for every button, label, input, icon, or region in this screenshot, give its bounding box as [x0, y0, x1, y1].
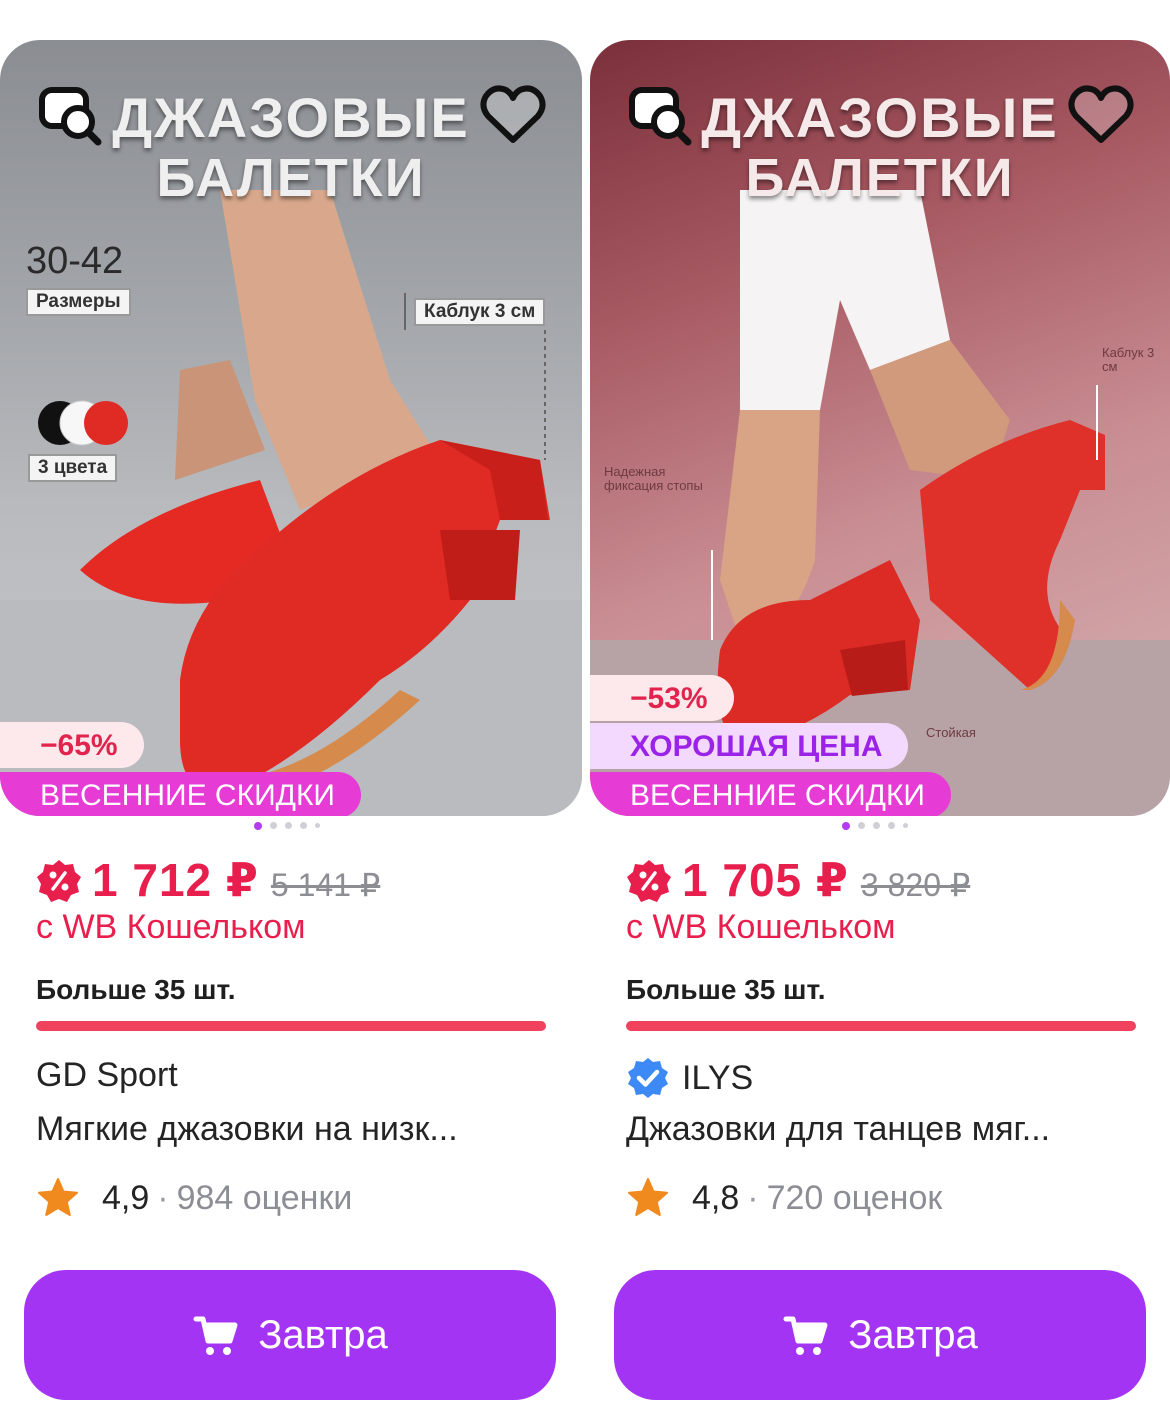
image-pagination-dots: [254, 822, 320, 830]
sizes-range: 30-42: [26, 240, 124, 282]
heel-note: Каблук 3 см: [1102, 345, 1155, 374]
sole-note: Стойкая: [926, 725, 976, 740]
brand-name[interactable]: ILYS: [626, 1056, 753, 1100]
fixation-note: Надежная фиксация стопы: [604, 464, 703, 493]
product-photo[interactable]: ДЖАЗОВЫЕ БАЛЕТКИ Каблук 3 см Надежная фи…: [590, 40, 1170, 816]
good-price-badge: ХОРОШАЯ ЦЕНА: [590, 723, 909, 769]
reviews-count[interactable]: 984 оценки: [177, 1179, 353, 1218]
reviews-count[interactable]: 720 оценок: [767, 1179, 943, 1218]
delivery-label: Завтра: [848, 1312, 978, 1357]
product-title[interactable]: Джазовки для танцев мяг...: [626, 1110, 1050, 1149]
cart-icon: [783, 1316, 828, 1355]
price-row: 1 705 ₽ 3 820 ₽: [626, 850, 970, 907]
price-row: 1 712 ₽ 5 141 ₽: [36, 850, 380, 907]
heart-icon[interactable]: [478, 80, 548, 150]
rating-value: 4,9: [102, 1178, 150, 1217]
heel-label: Каблук 3 см: [414, 298, 546, 326]
old-price: 3 820 ₽: [860, 867, 971, 903]
old-price: 5 141 ₽: [270, 867, 381, 903]
brand-label: GD Sport: [36, 1056, 178, 1094]
wallet-price-note: с WB Кошельком: [626, 908, 896, 946]
product-photo[interactable]: ДЖАЗОВЫЕ БАЛЕТКИ 30-42 Размеры Каблук 3 …: [0, 40, 582, 816]
rating-separator: ·: [157, 1178, 169, 1217]
spring-sale-badge: ВЕСЕННИЕ СКИДКИ: [590, 772, 951, 816]
delivery-label: Завтра: [258, 1312, 388, 1357]
verified-icon: [628, 1058, 668, 1098]
stock-bar: [626, 1021, 1136, 1031]
current-price: 1 705 ₽: [682, 854, 849, 906]
image-pagination-dots: [842, 822, 908, 830]
add-to-cart-button[interactable]: Завтра: [24, 1270, 556, 1400]
current-price: 1 712 ₽: [92, 854, 259, 906]
cart-icon: [193, 1316, 238, 1355]
discount-badge: −53%: [590, 675, 734, 721]
product-card[interactable]: ДЖАЗОВЫЕ БАЛЕТКИ 30-42 Размеры Каблук 3 …: [0, 40, 582, 1418]
discount-badge: −65%: [0, 722, 144, 768]
rating-separator: ·: [747, 1178, 759, 1217]
wb-wallet-icon: [627, 860, 671, 902]
wb-wallet-icon: [37, 860, 81, 902]
star-icon: [38, 1178, 78, 1216]
stock-count: Больше 35 шт.: [36, 974, 236, 1005]
spring-sale-badge: ВЕСЕННИЕ СКИДКИ: [0, 772, 361, 816]
brand-label: ILYS: [682, 1058, 754, 1097]
product-card[interactable]: ДЖАЗОВЫЕ БАЛЕТКИ Каблук 3 см Надежная фи…: [590, 40, 1170, 1418]
brand-name[interactable]: GD Sport: [36, 1056, 178, 1095]
sizes-label: Размеры: [26, 288, 131, 316]
photo-title-line-2: БАЛЕТКИ: [745, 148, 1015, 208]
rating-row: 4,8 · 720 оценок: [626, 1176, 942, 1220]
star-icon: [628, 1178, 668, 1216]
add-to-cart-button[interactable]: Завтра: [614, 1270, 1146, 1400]
stock-bar: [36, 1021, 546, 1031]
rating-row: 4,9 · 984 оценки: [36, 1176, 352, 1220]
wallet-price-note: с WB Кошельком: [36, 908, 306, 946]
image-search-icon[interactable]: [626, 80, 696, 150]
product-title[interactable]: Мягкие джазовки на низк...: [36, 1110, 458, 1149]
image-search-icon[interactable]: [36, 80, 106, 150]
heart-icon[interactable]: [1066, 80, 1136, 150]
photo-title-line-2: БАЛЕТКИ: [156, 148, 426, 208]
stock-count: Больше 35 шт.: [626, 974, 826, 1005]
colors-label: 3 цвета: [28, 454, 118, 482]
rating-value: 4,8: [692, 1178, 740, 1217]
